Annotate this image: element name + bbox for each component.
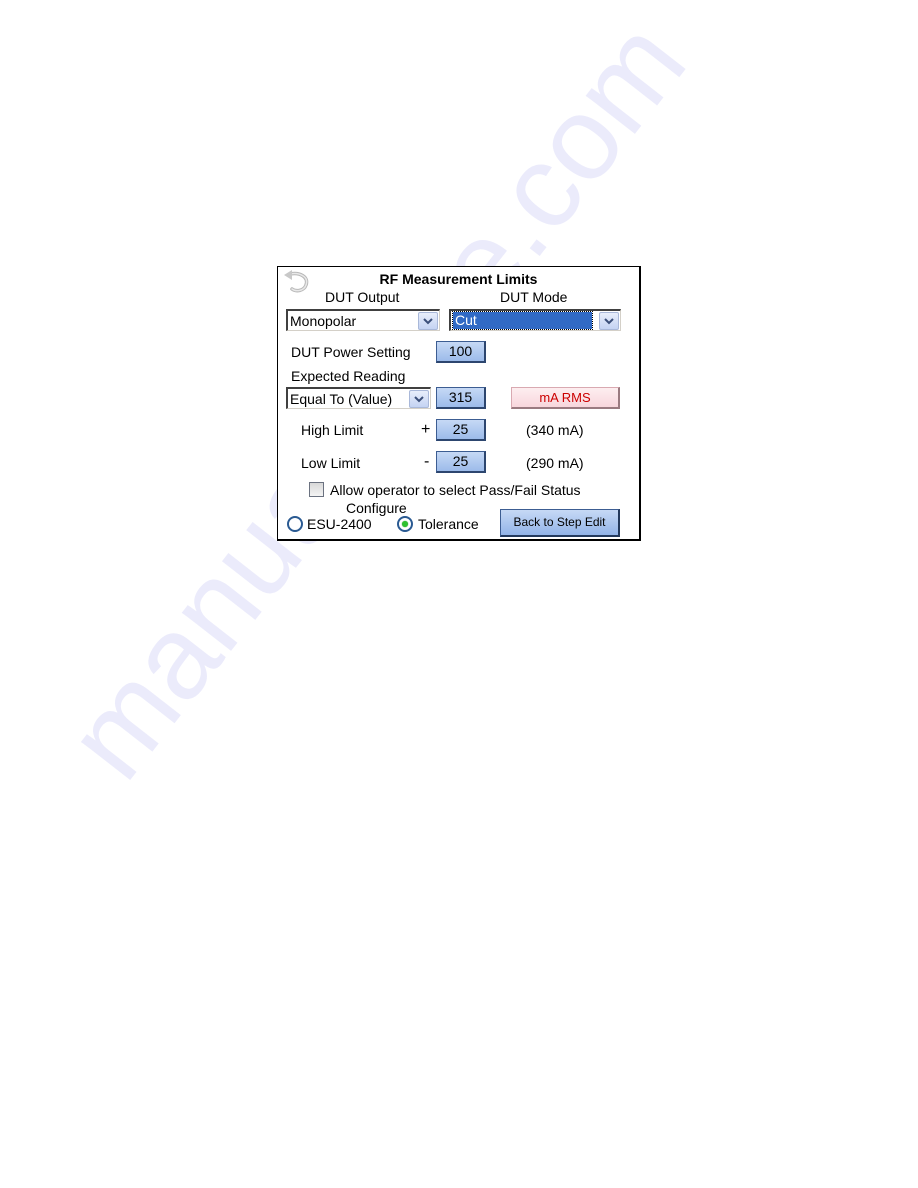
radio-tolerance[interactable] xyxy=(397,516,413,532)
low-limit-computed: (290 mA) xyxy=(526,455,584,471)
chevron-down-icon xyxy=(414,395,424,402)
radio-tolerance-label: Tolerance xyxy=(418,516,479,532)
high-limit-value-button[interactable]: 25 xyxy=(436,419,486,441)
dut-output-select[interactable]: Monopolar xyxy=(286,309,440,331)
allow-pass-fail-checkbox[interactable] xyxy=(309,482,324,497)
dut-mode-dropdown-button[interactable] xyxy=(599,312,619,330)
dut-mode-select[interactable]: Cut xyxy=(449,309,621,331)
chevron-down-icon xyxy=(604,317,614,324)
expected-reading-dropdown-button[interactable] xyxy=(409,390,429,408)
unit-button[interactable]: mA RMS xyxy=(511,387,620,409)
dut-power-setting-button[interactable]: 100 xyxy=(436,341,486,363)
dut-mode-value: Cut xyxy=(452,311,593,330)
expected-reading-label: Expected Reading xyxy=(291,368,406,384)
high-limit-computed: (340 mA) xyxy=(526,422,584,438)
back-to-step-edit-button[interactable]: Back to Step Edit xyxy=(500,509,620,537)
rf-measurement-limits-panel: RF Measurement Limits DUT Output Monopol… xyxy=(277,266,641,541)
dut-mode-label: DUT Mode xyxy=(500,289,568,305)
panel-title: RF Measurement Limits xyxy=(379,271,538,287)
radio-esu-2400[interactable] xyxy=(287,516,303,532)
high-limit-label: High Limit xyxy=(301,422,364,438)
configure-label: Configure xyxy=(346,500,407,516)
expected-reading-value-button[interactable]: 315 xyxy=(436,387,486,409)
dut-output-value: Monopolar xyxy=(290,313,357,329)
dut-power-setting-label: DUT Power Setting xyxy=(291,344,411,360)
allow-pass-fail-label: Allow operator to select Pass/Fail Statu… xyxy=(330,482,581,498)
expected-reading-comparison-value: Equal To (Value) xyxy=(290,391,393,407)
dut-output-label: DUT Output xyxy=(325,289,400,305)
chevron-down-icon xyxy=(423,317,433,324)
low-limit-value-button[interactable]: 25 xyxy=(436,451,486,473)
radio-esu-2400-label: ESU-2400 xyxy=(307,516,372,532)
low-limit-sign: - xyxy=(424,453,430,470)
expected-reading-comparison-select[interactable]: Equal To (Value) xyxy=(286,387,431,409)
low-limit-label: Low Limit xyxy=(301,455,361,471)
dut-output-dropdown-button[interactable] xyxy=(418,312,438,330)
high-limit-sign: + xyxy=(421,421,431,438)
